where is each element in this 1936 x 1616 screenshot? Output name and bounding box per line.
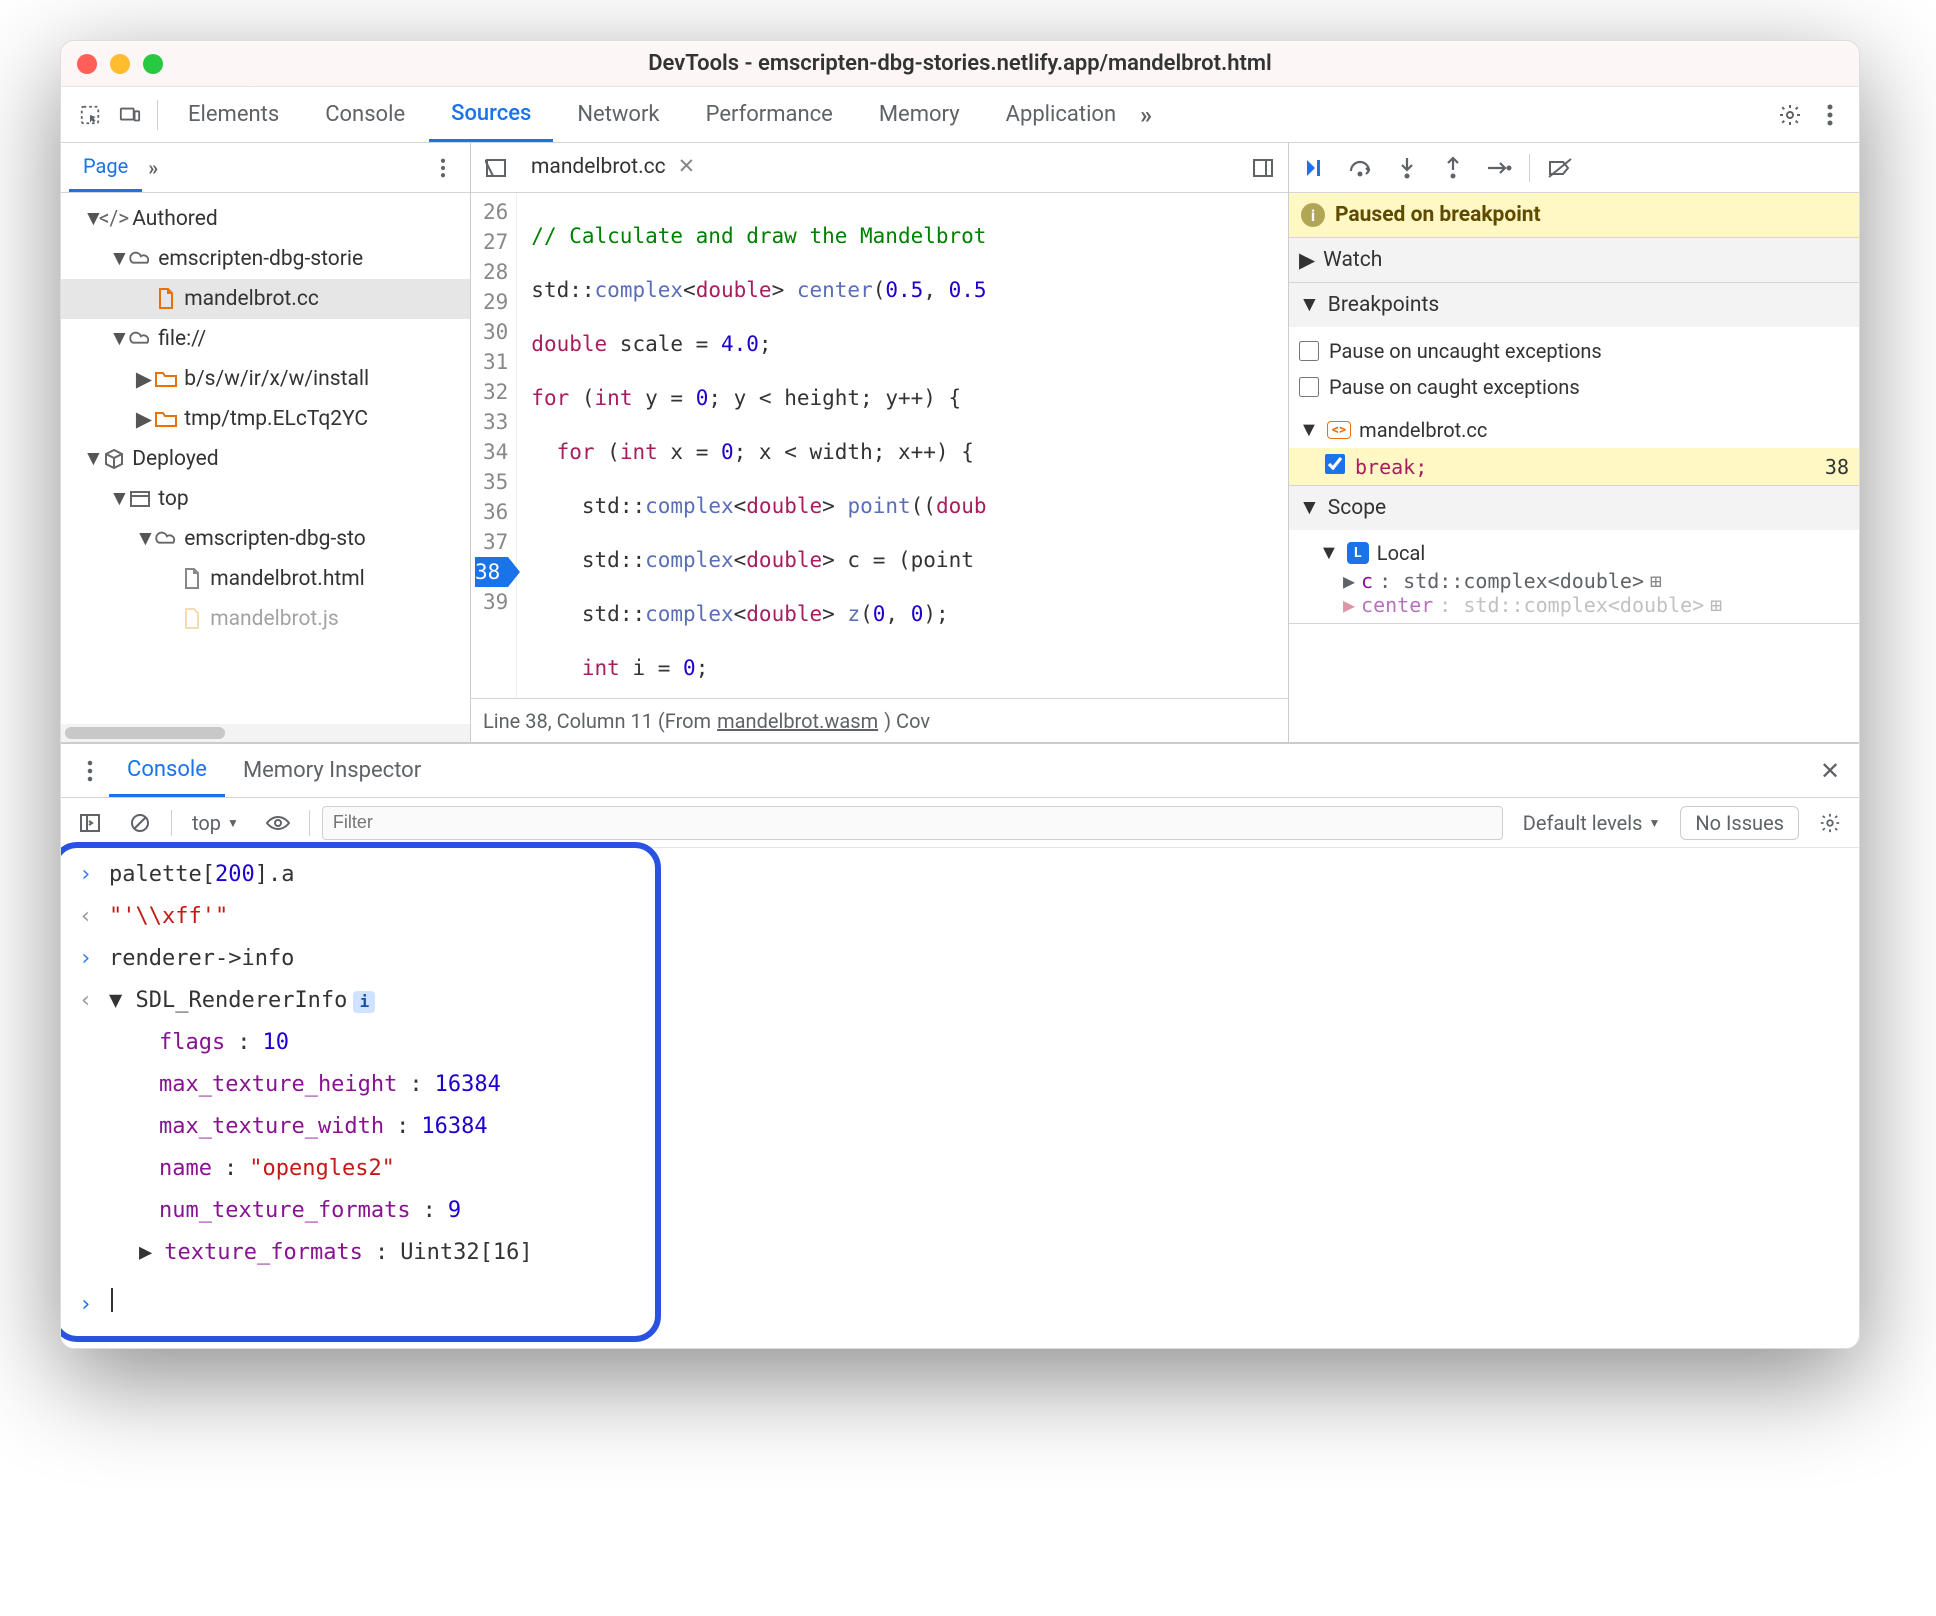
log-levels-selector[interactable]: Default levels ▼ [1515,809,1669,837]
titlebar: DevTools - emscripten-dbg-stories.netlif… [61,41,1859,87]
breakpoint-entry[interactable]: break; 38 [1289,448,1859,485]
breakpoints-section[interactable]: ▼Breakpoints [1289,283,1859,327]
console-output[interactable]: ›palette[200].a ‹"'\\xff'" ›renderer->in… [61,848,1859,1348]
tree-folder-2[interactable]: ▶ tmp/tmp.ELcTq2YC [61,399,470,439]
step-over-icon[interactable] [1343,150,1379,186]
debug-toolbar [1289,143,1859,193]
context-selector[interactable]: top ▼ [184,809,247,837]
window-title: DevTools - emscripten-dbg-stories.netlif… [61,51,1859,76]
drawer-menu-icon[interactable] [71,752,109,790]
tab-application[interactable]: Application [984,87,1138,142]
navigator-overflow-icon[interactable]: » [148,156,158,180]
paused-banner: i Paused on breakpoint [1289,193,1859,238]
kebab-menu-icon[interactable] [1811,96,1849,134]
tab-memory[interactable]: Memory [857,87,982,142]
live-expression-icon[interactable] [259,804,297,842]
device-toolbar-icon[interactable] [111,96,149,134]
info-icon: i [1301,203,1325,227]
tree-domain-2[interactable]: ▼ emscripten-dbg-sto [61,519,470,559]
clear-console-icon[interactable] [121,804,159,842]
tree-authored[interactable]: ▼</> Authored [61,199,470,239]
editor-status: Line 38, Column 11 (From mandelbrot.wasm… [471,698,1288,742]
resume-icon[interactable] [1297,150,1333,186]
drawer-tab-memory[interactable]: Memory Inspector [225,744,439,797]
info-badge-icon[interactable]: i [353,991,375,1013]
tree-file-proto[interactable]: ▼ file:// [61,319,470,359]
console-settings-icon[interactable] [1811,804,1849,842]
tree-folder-1[interactable]: ▶ b/s/w/ir/x/w/install [61,359,470,399]
tree-file-mandelbrot-cc[interactable]: mandelbrot.cc [61,279,470,319]
toggle-debugger-icon[interactable] [1244,149,1282,187]
scope-var-center[interactable]: ▶ center: std::complex<double>⊞ [1299,593,1849,617]
drawer-tab-console[interactable]: Console [109,744,225,797]
tab-elements[interactable]: Elements [166,87,301,142]
tab-sources[interactable]: Sources [429,87,553,142]
breakpoint-file[interactable]: ▼<>mandelbrot.cc [1289,411,1859,448]
console-sidebar-icon[interactable] [71,804,109,842]
code-lines[interactable]: // Calculate and draw the Mandelbrot std… [517,193,1288,698]
no-issues-button[interactable]: No Issues [1680,806,1799,840]
scope-section[interactable]: ▼Scope [1289,486,1859,530]
toggle-navigator-icon[interactable] [477,149,515,187]
step-into-icon[interactable] [1389,150,1425,186]
console-caret[interactable] [111,1288,113,1312]
line-gutter[interactable]: 2627282930313233343536373839 [471,193,517,698]
tab-network[interactable]: Network [555,87,681,142]
tree-file-js[interactable]: mandelbrot.js [61,599,470,639]
step-out-icon[interactable] [1435,150,1471,186]
pause-uncaught-checkbox[interactable]: Pause on uncaught exceptions [1299,333,1849,369]
navigator-tab-page[interactable]: Page [69,143,142,192]
tree-domain-1[interactable]: ▼ emscripten-dbg-storie [61,239,470,279]
scope-local[interactable]: ▼LLocal [1299,536,1849,569]
tree-deployed[interactable]: ▼ Deployed [61,439,470,479]
main-tabstrip: Elements Console Sources Network Perform… [61,87,1859,143]
console-filter-input[interactable] [322,806,1503,840]
file-tab-mandelbrot[interactable]: mandelbrot.cc ✕ [515,143,711,192]
pause-caught-checkbox[interactable]: Pause on caught exceptions [1299,369,1849,405]
step-icon[interactable] [1481,150,1517,186]
file-tree: ▼</> Authored ▼ emscripten-dbg-storie ma… [61,193,470,724]
tree-scrollbar[interactable] [61,724,470,742]
scope-var-c[interactable]: ▶ c: std::complex<double>⊞ [1299,569,1849,593]
deactivate-breakpoints-icon[interactable] [1542,150,1578,186]
tree-top[interactable]: ▼ top [61,479,470,519]
wasm-source-link[interactable]: mandelbrot.wasm [717,709,878,733]
tabs-overflow-icon[interactable]: » [1140,101,1152,129]
inspect-icon[interactable] [71,96,109,134]
close-tab-icon[interactable]: ✕ [678,154,696,179]
tab-console[interactable]: Console [303,87,427,142]
watch-section[interactable]: ▶Watch [1289,238,1859,282]
settings-gear-icon[interactable] [1771,96,1809,134]
tree-file-html[interactable]: mandelbrot.html [61,559,470,599]
navigator-menu-icon[interactable] [424,149,462,187]
drawer-close-icon[interactable]: ✕ [1811,752,1849,790]
tab-performance[interactable]: Performance [684,87,855,142]
